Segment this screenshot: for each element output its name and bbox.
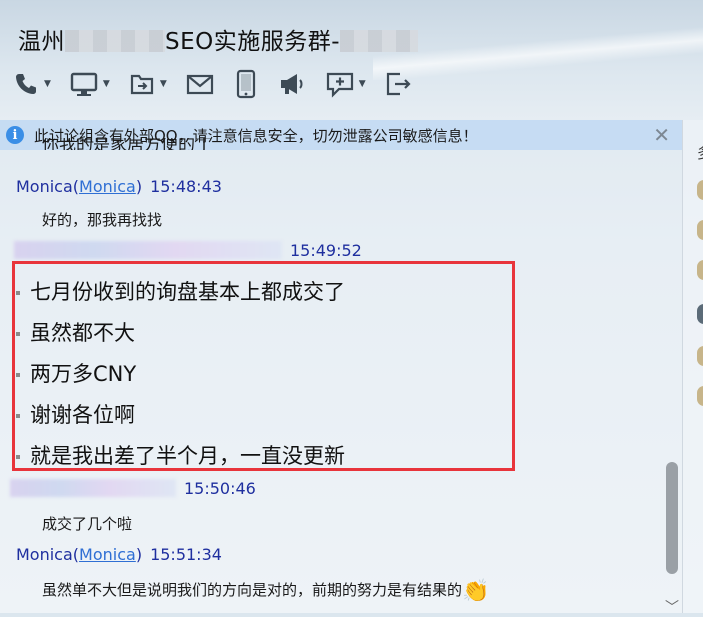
add-app-icon	[325, 70, 355, 98]
message-text: 好的，那我再找找	[42, 211, 163, 229]
transfer-file-icon	[128, 70, 156, 98]
sender-link[interactable]: Monica	[79, 545, 136, 564]
blurred-sender-name	[14, 241, 282, 259]
message-time: 15:48:43	[150, 177, 222, 196]
transfer-file-button[interactable]: ▼	[128, 70, 167, 98]
message-sender-header: Monica(Monica) 15:51:34	[16, 545, 222, 564]
exit-button[interactable]	[384, 70, 414, 98]
member-avatar[interactable]	[697, 180, 703, 200]
window-title: 温州 SEO实施服务群-	[18, 22, 419, 56]
message-time: 15:50:46	[184, 479, 256, 498]
blurred-sender-name	[10, 479, 176, 497]
tablet-icon	[233, 69, 259, 99]
chat-toolbar: ▼ ▼ ▼ ▼	[12, 66, 432, 102]
chevron-down-icon[interactable]: ▼	[44, 79, 51, 89]
clipped-message-line: 你我的是家居方便的丁	[42, 138, 212, 150]
redacted-title-part	[65, 30, 165, 52]
sender-name: Monica	[16, 545, 73, 564]
megaphone-icon	[277, 70, 307, 98]
redacted-title-suffix	[340, 30, 419, 52]
title-mid: SEO实施服务群-	[165, 29, 341, 55]
member-panel-header: 多	[697, 142, 703, 163]
message-text: 成交了几个啦	[42, 515, 133, 533]
member-list-panel[interactable]: 多	[682, 120, 703, 613]
message-sender-header: 15:49:52	[14, 241, 362, 260]
member-avatar[interactable]	[697, 304, 703, 324]
info-icon: i	[6, 126, 24, 144]
clapping-hands-icon: 👏	[462, 579, 490, 604]
close-icon[interactable]: ✕	[653, 123, 670, 147]
screen-share-button[interactable]: ▼	[69, 70, 110, 98]
member-avatar[interactable]	[697, 260, 703, 280]
chevron-down-icon[interactable]: ▼	[160, 79, 167, 89]
member-avatar[interactable]	[697, 346, 703, 366]
member-avatar[interactable]	[697, 220, 703, 240]
message-time: 15:49:52	[290, 241, 362, 260]
phone-icon	[12, 70, 40, 98]
message-sender-header: 15:50:46	[10, 479, 256, 498]
exit-icon	[384, 70, 414, 98]
add-app-button[interactable]: ▼	[325, 70, 366, 98]
announcement-button[interactable]	[277, 70, 307, 98]
message-time: 15:51:34	[150, 545, 222, 564]
screen-share-icon	[69, 70, 99, 98]
message-sender-header: Monica(Monica) 15:48:43	[16, 177, 222, 196]
phone-button[interactable]: ▼	[12, 70, 51, 98]
scroll-down-arrow-icon[interactable]: ﹀	[665, 597, 679, 617]
title-prefix: 温州	[18, 29, 65, 55]
mail-button[interactable]	[185, 70, 215, 98]
highlight-box	[12, 261, 515, 471]
chevron-down-icon[interactable]: ▼	[359, 79, 366, 89]
member-avatar[interactable]	[697, 386, 703, 406]
scrollbar-thumb[interactable]	[666, 462, 678, 574]
message-text: 虽然单不大但是说明我们的方向是对的，前期的努力是有结果的👏	[42, 579, 490, 604]
chevron-down-icon[interactable]: ▼	[103, 79, 110, 89]
sender-name: Monica	[16, 177, 73, 196]
mail-icon	[185, 70, 215, 98]
sender-link[interactable]: Monica	[79, 177, 136, 196]
tablet-button[interactable]	[233, 69, 259, 99]
